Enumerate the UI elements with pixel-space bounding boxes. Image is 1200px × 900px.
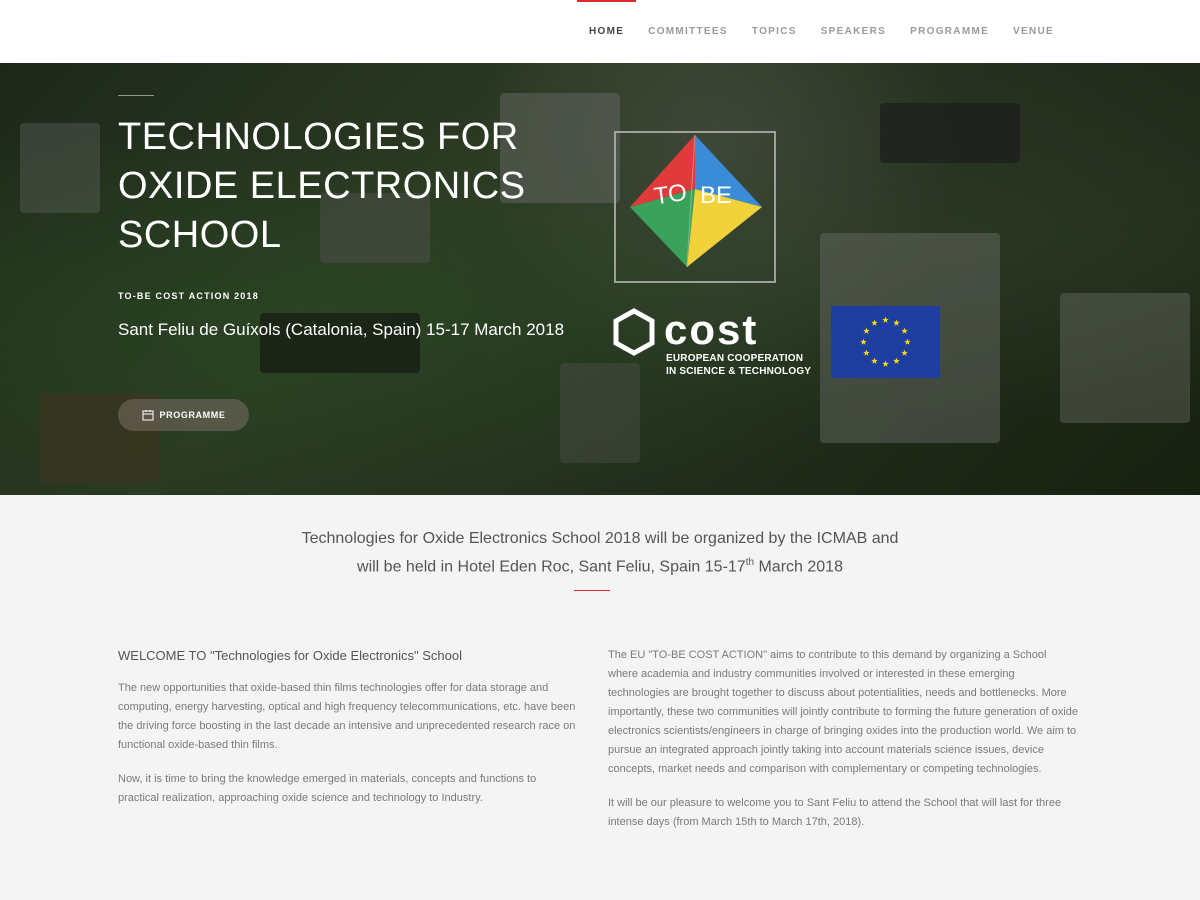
cost-wordmark: cost [664,306,759,353]
action-paragraph-1: The EU "TO-BE COST ACTION" aims to contr… [608,649,1078,775]
hero-subtitle: Sant Feliu de Guíxols (Catalonia, Spain)… [118,320,565,339]
hero-banner: TECHNOLOGIES FOR OXIDE ELECTRONICS SCHOO… [0,63,1200,495]
cost-logo: cost EUROPEAN COOPERATION IN SCIENCE & T… [612,308,812,378]
tobe-logo: TO BE [614,131,776,283]
intro-line-2: will be held in Hotel Eden Roc, Sant Fel… [357,557,843,576]
welcome-paragraph-1: The new opportunities that oxide-based t… [118,682,576,751]
nav-topics[interactable]: TOPICS [740,0,809,63]
welcome-heading: WELCOME TO "Technologies for Oxide Elect… [118,648,462,663]
hero-divider [118,95,154,96]
nav-speakers[interactable]: SPEAKERS [809,0,898,63]
top-navbar: HOME COMMITTEES TOPICS SPEAKERS PROGRAMM… [0,0,1200,63]
programme-button[interactable]: PROGRAMME [118,399,249,431]
nav-programme[interactable]: PROGRAMME [898,0,1001,63]
nav-home[interactable]: HOME [576,0,637,63]
nav-venue[interactable]: VENUE [1001,0,1066,63]
programme-button-label: PROGRAMME [159,410,226,420]
action-column: The EU "TO-BE COST ACTION" aims to contr… [608,646,1078,847]
welcome-paragraph-2: Now, it is time to bring the knowledge e… [118,773,537,804]
welcome-column: WELCOME TO "Technologies for Oxide Elect… [118,648,578,823]
nav-committees[interactable]: COMMITTEES [636,0,740,63]
intro-line-1: Technologies for Oxide Electronics Schoo… [301,530,899,547]
tobe-text-to: TO [652,179,688,210]
hero-kicker: TO-BE COST ACTION 2018 [118,291,259,301]
tobe-text-be: BE [700,182,732,209]
calendar-icon [142,410,154,421]
cost-tagline-2: IN SCIENCE & TECHNOLOGY [666,366,812,377]
eu-flag-icon [831,306,940,378]
hero-title: TECHNOLOGIES FOR OXIDE ELECTRONICS SCHOO… [118,116,526,256]
action-paragraph-2: It will be our pleasure to welcome you t… [608,797,1062,828]
cost-hexagon-icon [613,308,655,356]
section-divider [574,590,610,591]
cost-tagline-1: EUROPEAN COOPERATION [666,353,804,364]
main-nav: HOME COMMITTEES TOPICS SPEAKERS PROGRAMM… [576,0,1066,63]
intro-text: Technologies for Oxide Electronics Schoo… [250,527,950,579]
